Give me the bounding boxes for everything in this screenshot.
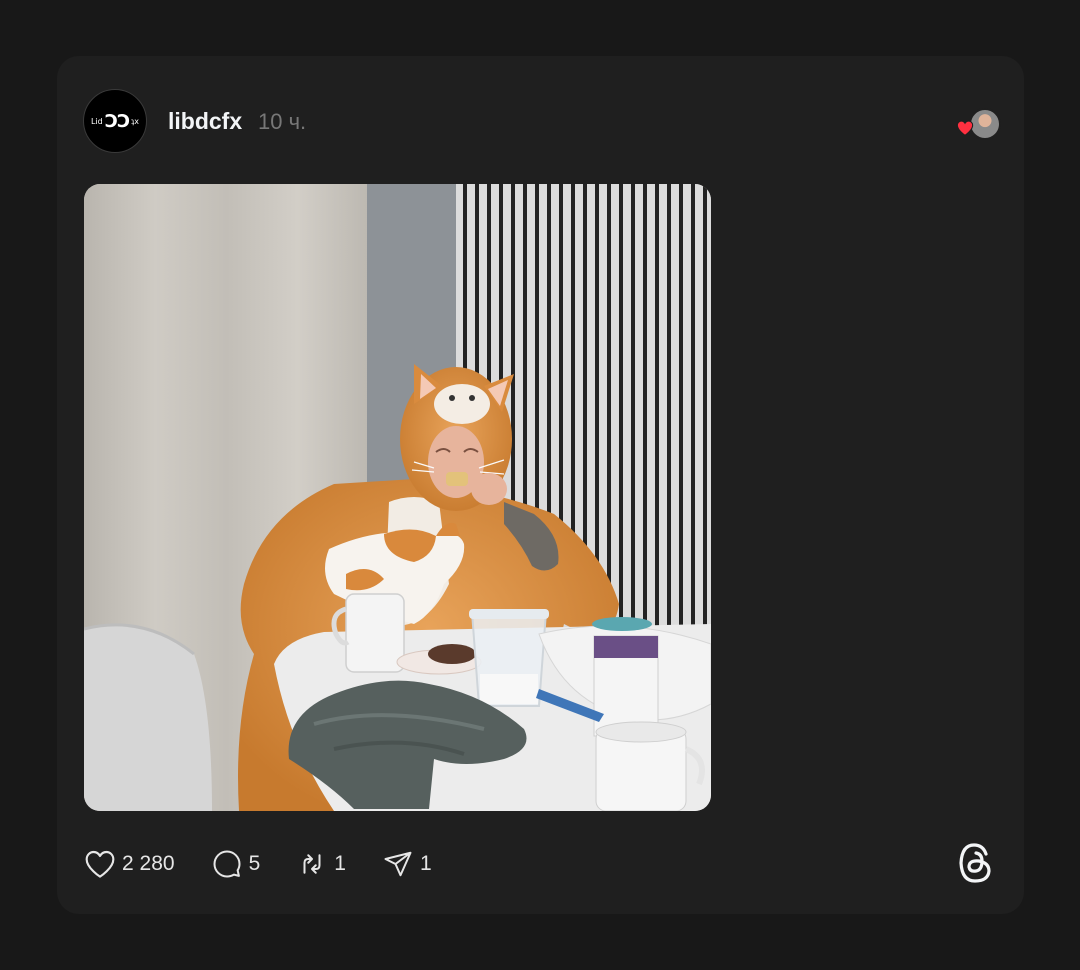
comment-button[interactable]: 5 [211,849,261,879]
author-username[interactable]: libdcfx [168,108,242,135]
like-button[interactable]: 2 280 [84,849,175,879]
share-button[interactable]: 1 [382,849,432,879]
avatar-logo: Lid ƆƆ ʇx [91,111,139,132]
heart-outline-icon [85,850,115,878]
repost-button[interactable]: 1 [296,849,346,879]
heart-icon [956,120,974,136]
post-actions-bar: 2 280 5 1 1 [84,844,468,884]
send-icon [384,851,412,877]
like-count: 2 280 [122,852,175,875]
photo-illustration [84,184,711,811]
author-avatar[interactable]: Lid ƆƆ ʇx [83,89,147,153]
avatar-logo-text-left: Lid [90,116,103,126]
avatar-logo-text-right: ʇx [131,116,140,126]
post-card: Lid ƆƆ ʇx libdcfx 10 ч. 2 280 5 1 1 [57,56,1024,914]
avatar-logo-text-main: ƆƆ [104,110,130,132]
share-count: 1 [419,852,432,875]
post-photo[interactable] [84,184,711,811]
comment-count: 5 [248,852,261,875]
repost-icon [303,854,321,874]
threads-logo-icon[interactable] [954,840,996,886]
comment-icon [213,850,241,878]
post-timestamp[interactable]: 10 ч. [258,109,306,135]
liked-by-indicator[interactable] [956,108,1001,140]
repost-count: 1 [334,852,346,875]
